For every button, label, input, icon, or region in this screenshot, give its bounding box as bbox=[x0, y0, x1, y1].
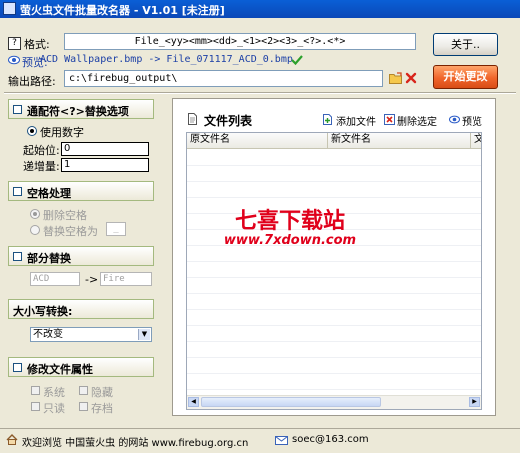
table-header: 原文件名 新文件名 文件 bbox=[187, 133, 481, 149]
column-header-original[interactable]: 原文件名 bbox=[187, 133, 328, 148]
row-gridline bbox=[187, 309, 481, 310]
attributes-section-title: 修改文件属性 bbox=[27, 363, 93, 376]
app-window: 萤火虫文件批量改名器 - V1.01 [未注册] ? 格式: File_<yy>… bbox=[0, 0, 520, 453]
check-icon bbox=[291, 55, 303, 66]
window-title: 萤火虫文件批量改名器 - V1.01 [未注册] bbox=[20, 4, 225, 17]
file-list-title: 文件列表 bbox=[204, 114, 253, 128]
row-gridline bbox=[187, 165, 481, 166]
file-table[interactable]: 原文件名 新文件名 文件 ◀ ▶ bbox=[186, 132, 482, 410]
wildcard-section-header[interactable]: 通配符<?>替换选项 bbox=[8, 99, 154, 119]
increment-label: 递增量: bbox=[23, 160, 60, 173]
hidden-attr-label: 隐藏 bbox=[91, 386, 113, 399]
add-file-button[interactable]: 添加文件 bbox=[336, 113, 376, 128]
case-section-title: 大小写转换: bbox=[13, 305, 73, 318]
scroll-thumb[interactable] bbox=[201, 397, 381, 407]
replace-to-input[interactable]: Fire bbox=[100, 272, 152, 286]
watermark-logo: 七喜下载站 bbox=[234, 209, 345, 234]
watermark-url: www.7xdown.com bbox=[223, 233, 357, 248]
row-gridline bbox=[187, 373, 481, 374]
start-rename-button[interactable]: 开始更改 bbox=[433, 65, 498, 89]
row-gridline bbox=[187, 389, 481, 390]
eye-icon bbox=[8, 55, 20, 65]
case-section-header: 大小写转换: bbox=[8, 299, 154, 319]
about-button[interactable]: 关于.. bbox=[433, 33, 498, 56]
use-number-radio[interactable] bbox=[27, 126, 37, 136]
horizontal-scrollbar[interactable]: ◀ ▶ bbox=[187, 395, 481, 409]
clear-path-icon[interactable] bbox=[405, 72, 417, 84]
delete-selected-icon[interactable] bbox=[384, 114, 395, 125]
scroll-left-icon[interactable]: ◀ bbox=[188, 397, 199, 407]
replace-space-radio[interactable] bbox=[30, 225, 40, 235]
case-select[interactable]: 不改变 ▼ bbox=[30, 327, 152, 342]
help-icon[interactable]: ? bbox=[8, 37, 21, 50]
mail-icon bbox=[275, 436, 288, 445]
folder-icon[interactable] bbox=[389, 72, 402, 84]
format-label: 格式: bbox=[24, 38, 50, 51]
row-gridline bbox=[187, 277, 481, 278]
preview-text: ACD Wallpaper.bmp -> File_071117_ACD_0.b… bbox=[40, 54, 293, 65]
row-gridline bbox=[187, 261, 481, 262]
row-gridline bbox=[187, 357, 481, 358]
archive-attr-label: 存档 bbox=[91, 402, 113, 415]
readonly-attr-checkbox[interactable] bbox=[31, 402, 40, 411]
replace-from-input[interactable]: ACD bbox=[30, 272, 80, 286]
delete-space-radio[interactable] bbox=[30, 209, 40, 219]
space-checkbox[interactable] bbox=[13, 187, 22, 196]
preview-button[interactable]: 预览 bbox=[462, 113, 482, 128]
status-bar: 欢迎浏览 中国萤火虫 的网站 www.firebug.org.cn soec@1… bbox=[0, 428, 520, 453]
row-gridline bbox=[187, 181, 481, 182]
use-number-label: 使用数字 bbox=[40, 126, 84, 139]
space-section-title: 空格处理 bbox=[27, 187, 71, 200]
output-path-input[interactable]: c:\firebug_output\ bbox=[64, 70, 383, 87]
column-header-new[interactable]: 新文件名 bbox=[328, 133, 471, 148]
archive-attr-checkbox[interactable] bbox=[79, 402, 88, 411]
attributes-section-header[interactable]: 修改文件属性 bbox=[8, 357, 154, 377]
chevron-down-icon[interactable]: ▼ bbox=[138, 329, 150, 340]
replace-arrow: -> bbox=[85, 273, 99, 286]
divider bbox=[4, 92, 516, 94]
document-icon bbox=[188, 113, 197, 125]
partial-replace-checkbox[interactable] bbox=[13, 252, 22, 261]
website-link[interactable]: 欢迎浏览 中国萤火虫 的网站 www.firebug.org.cn bbox=[22, 434, 248, 449]
app-icon bbox=[3, 2, 16, 15]
home-icon bbox=[6, 434, 18, 445]
partial-replace-section-title: 部分替换 bbox=[27, 252, 71, 265]
scroll-right-icon[interactable]: ▶ bbox=[469, 397, 480, 407]
replace-space-label: 替换空格为 bbox=[43, 225, 98, 238]
readonly-attr-label: 只读 bbox=[43, 402, 65, 415]
space-section-header[interactable]: 空格处理 bbox=[8, 181, 154, 201]
increment-input[interactable]: 1 bbox=[61, 158, 149, 172]
output-path-label: 输出路径: bbox=[8, 75, 56, 88]
title-bar[interactable]: 萤火虫文件批量改名器 - V1.01 [未注册] bbox=[0, 0, 520, 18]
add-file-icon[interactable] bbox=[323, 114, 334, 125]
replace-space-input[interactable]: _ bbox=[106, 222, 126, 236]
wildcard-checkbox[interactable] bbox=[13, 105, 22, 114]
preview-icon[interactable] bbox=[449, 114, 460, 125]
wildcard-section-title: 通配符<?>替换选项 bbox=[27, 105, 129, 118]
format-input[interactable]: File_<yy><mm><dd>_<1><2><3>_<?>.<*> bbox=[64, 33, 416, 50]
row-gridline bbox=[187, 293, 481, 294]
row-gridline bbox=[187, 341, 481, 342]
row-gridline bbox=[187, 325, 481, 326]
system-attr-label: 系统 bbox=[43, 386, 65, 399]
case-select-value: 不改变 bbox=[33, 329, 63, 340]
partial-replace-section-header[interactable]: 部分替换 bbox=[8, 246, 154, 266]
start-position-input[interactable]: 0 bbox=[61, 142, 149, 156]
delete-selected-button[interactable]: 删除选定 bbox=[397, 113, 437, 128]
delete-space-label: 删除空格 bbox=[43, 209, 87, 222]
attributes-checkbox[interactable] bbox=[13, 363, 22, 372]
email-link[interactable]: soec@163.com bbox=[292, 434, 369, 445]
start-position-label: 起始位: bbox=[23, 144, 60, 157]
column-header-file[interactable]: 文件 bbox=[471, 133, 481, 148]
system-attr-checkbox[interactable] bbox=[31, 386, 40, 395]
row-gridline bbox=[187, 197, 481, 198]
hidden-attr-checkbox[interactable] bbox=[79, 386, 88, 395]
